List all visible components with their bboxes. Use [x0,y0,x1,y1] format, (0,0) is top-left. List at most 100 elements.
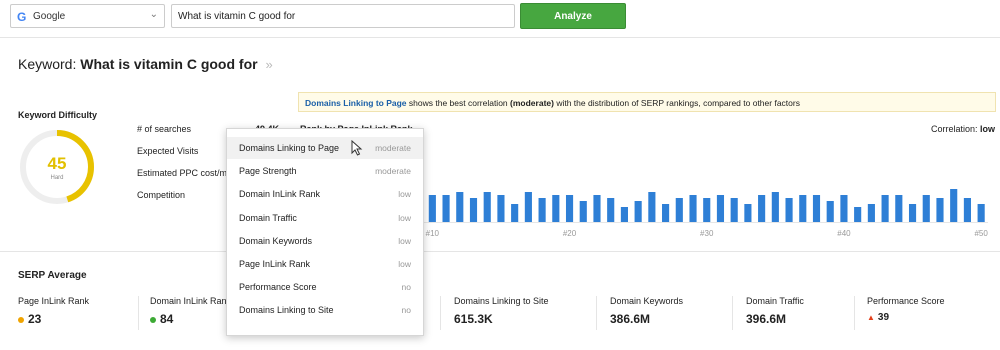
chart-bar[interactable] [758,195,766,222]
chart-bar[interactable] [524,192,532,222]
chart-bar[interactable] [620,207,628,222]
banner-text: shows the best correlation [406,98,511,108]
triangle-up-icon: ▲ [867,312,875,322]
chart-bar[interactable] [456,192,464,222]
chart-bar[interactable] [826,201,834,222]
rank-by-menu-item[interactable]: Domains Linking to Site no [227,299,423,321]
chart-bar[interactable] [662,204,670,222]
serp-performance-score: Performance Score ▲ 39 [867,296,945,323]
chart-bar[interactable] [963,198,971,222]
serp-item-label: Performance Score [867,296,945,306]
divider [596,296,597,330]
chart-bar[interactable] [511,204,519,222]
serp-page-inlink-rank: Page InLink Rank 23 [18,296,89,326]
chart-bar[interactable] [977,204,985,222]
chart-bar[interactable] [689,195,697,222]
banner-factor-link[interactable]: Domains Linking to Page [305,98,407,108]
menu-item-label: Domains Linking to Page [239,143,340,153]
keyword-prefix: Keyword: [18,56,77,72]
rank-by-menu-item[interactable]: Domain Traffic low [227,207,423,229]
chart-bar[interactable] [483,192,491,222]
keyword-difficulty-label: Keyword Difficulty [18,110,98,120]
chart-bar[interactable] [730,198,738,222]
search-engine-label: Google [33,11,66,22]
chart-tick-label: #50 [974,229,988,238]
serp-value-text: 39 [877,312,890,323]
serp-item-label: Domain Traffic [746,296,804,306]
chart-bar[interactable] [552,195,560,222]
chart-bar[interactable] [840,195,848,222]
serp-item-label: Domain InLink Rank [150,296,232,306]
rank-by-menu-item[interactable]: Domain Keywords low [227,230,423,252]
chevron-down-icon: ⌄ [149,9,158,20]
difficulty-level: Hard [50,175,64,181]
analyze-button[interactable]: Analyze [520,3,626,29]
chart-bar[interactable] [634,201,642,222]
menu-item-correlation: no [401,282,411,293]
difficulty-score: 45 [47,154,67,173]
chart-bar[interactable] [538,198,546,222]
rank-by-menu-item[interactable]: Performance Score no [227,276,423,298]
rank-dot-icon [150,316,156,323]
chart-bar[interactable] [428,195,436,222]
serp-average-title: SERP Average [18,270,87,281]
serp-domain-keywords: Domain Keywords 386.6M [610,296,683,326]
rank-by-menu: Domains Linking to Page moderate Page Stre… [226,128,424,336]
rank-by-menu-item[interactable]: Domain InLink Rank low [227,183,423,205]
serp-domains-linking-to-site: Domains Linking to Site 615.3K [454,296,549,326]
chart-bar[interactable] [442,195,450,222]
chart-bar[interactable] [744,204,752,222]
keyword-value: What is vitamin C good for [80,56,258,72]
chart-bar[interactable] [771,192,779,222]
serp-domain-traffic: Domain Traffic 396.6M [746,296,804,326]
chart-bar[interactable] [593,195,601,222]
rank-dot-icon [18,316,24,323]
chart-bar[interactable] [716,195,725,222]
chart-bar[interactable] [812,195,821,222]
chart-bar[interactable] [579,201,587,222]
menu-item-correlation: low [398,189,411,200]
rank-by-menu-item[interactable]: Page Strength moderate [227,160,423,182]
chart-bar[interactable] [565,195,574,222]
chart-bar[interactable] [867,204,875,222]
menu-item-label: Domain InLink Rank [239,189,321,200]
serp-item-value: 23 [18,312,89,326]
serp-item-label: Domain Keywords [610,296,684,306]
chart-bar[interactable] [648,192,656,222]
chart-bar[interactable] [497,195,505,222]
divider [0,37,1000,38]
double-chevron-right-icon[interactable]: » [265,57,272,72]
chart-bar[interactable] [799,195,807,222]
rank-by-menu-item[interactable]: Page InLink Rank low [227,253,423,275]
chart-bar[interactable] [881,195,889,222]
chart-bar[interactable] [785,198,793,222]
chart-bar[interactable] [922,195,930,222]
chart-bar[interactable] [469,198,478,222]
correlation-indicator: Correlation: low [870,124,995,134]
divider [854,296,855,330]
serp-item-label: Page InLink Rank [18,296,90,306]
chart-bar[interactable] [675,198,683,222]
menu-item-correlation: moderate [375,166,411,177]
serp-item-value: 615.3K [454,312,493,326]
chart-bar[interactable] [895,195,903,222]
correlation-label: Correlation: [930,124,980,134]
chart-bar[interactable] [950,189,958,222]
correlation-value: low [980,124,995,134]
divider [732,296,733,330]
menu-item-correlation: low [398,212,411,223]
rank-by-menu-item[interactable]: Domains Linking to Page moderate [227,137,423,159]
menu-item-label: Page InLink Rank [239,259,311,269]
chart-bar[interactable] [908,204,917,222]
serp-item-value: ▲ 39 [867,312,945,323]
menu-item-correlation: low [398,235,411,246]
chart-bar[interactable] [936,198,944,222]
keyword-input[interactable] [171,4,515,28]
search-engine-select[interactable]: G Google ⌄ [10,4,165,28]
menu-item-label: Domains Linking to Site [239,305,334,316]
chart-bar[interactable] [854,207,862,222]
chart-bar[interactable] [703,198,711,222]
serp-item-value: 386.6M [610,312,651,326]
serp-domain-inlink-rank: Domain InLink Rank 84 [150,296,231,326]
chart-bar[interactable] [607,198,615,222]
